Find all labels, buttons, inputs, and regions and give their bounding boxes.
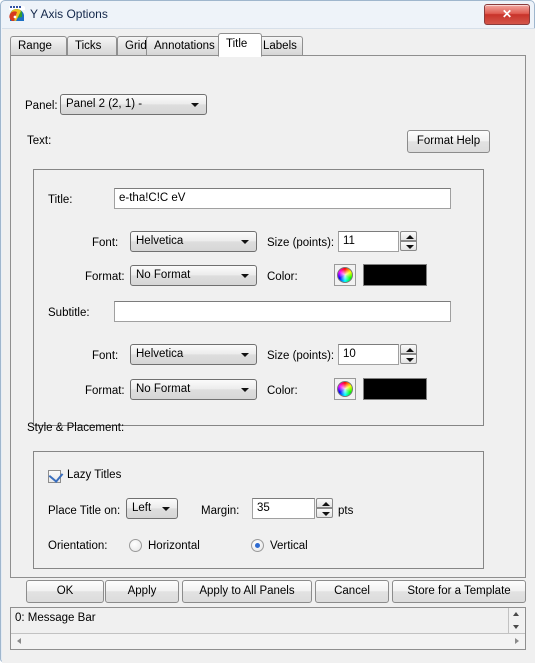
subtitle-font-select[interactable]: Helvetica — [130, 344, 257, 365]
tab-range[interactable]: Range — [10, 36, 67, 56]
subtitle-format-value: No Format — [136, 383, 191, 395]
tab-ticks[interactable]: Ticks — [67, 36, 117, 56]
title-size-stepper[interactable] — [400, 231, 417, 252]
subtitle-font-value: Helvetica — [136, 348, 184, 360]
title-font-value: Helvetica — [136, 235, 184, 247]
message-bar-text: 0: Message Bar — [15, 612, 96, 624]
margin-label: Margin: — [201, 505, 240, 517]
check-icon — [48, 468, 64, 483]
orientation-horizontal-radio[interactable] — [129, 539, 142, 552]
tab-title[interactable]: Title — [218, 33, 262, 57]
stepper-down-icon[interactable] — [316, 508, 333, 518]
title-format-label: Format: — [85, 271, 125, 283]
orientation-horizontal-label: Horizontal — [148, 540, 200, 552]
scroll-right-icon[interactable] — [515, 638, 519, 644]
title-size-input[interactable]: 11 — [338, 231, 399, 252]
subtitle-size-stepper[interactable] — [400, 344, 417, 365]
lazy-titles-checkbox[interactable] — [48, 468, 64, 483]
dialog-client-area: Range Ticks Grid Annotations Title Label… — [2, 28, 535, 663]
title-bar: Y Axis Options ✕ — [1, 1, 534, 28]
orientation-label: Orientation: — [48, 540, 108, 552]
title-font-select[interactable]: Helvetica — [130, 231, 257, 252]
tab-page-title: Panel: Panel 2 (2, 1) - Text: Format Hel… — [10, 55, 526, 578]
color-wheel-icon — [337, 267, 353, 283]
subtitle-color-swatch[interactable] — [363, 378, 427, 400]
text-group-box: Title: e-tha!C!C eV Font: Helvetica Size… — [33, 169, 484, 426]
apply-all-panels-button[interactable]: Apply to All Panels — [182, 580, 312, 603]
orientation-vertical-radio[interactable] — [251, 539, 264, 552]
apply-button[interactable]: Apply — [105, 580, 179, 603]
dialog-window: Y Axis Options ✕ Range Ticks Grid Annota… — [0, 0, 535, 663]
chevron-down-icon — [241, 240, 249, 244]
subtitle-label: Subtitle: — [48, 307, 90, 319]
place-title-value: Left — [132, 502, 152, 514]
panel-label: Panel: — [25, 100, 58, 112]
place-title-label: Place Title on: — [48, 505, 121, 517]
margin-input[interactable]: 35 — [252, 498, 315, 519]
tab-labels[interactable]: Labels — [255, 36, 303, 56]
margin-units-label: pts — [338, 505, 354, 517]
title-size-label: Size (points): — [267, 237, 335, 249]
scroll-left-icon[interactable] — [17, 638, 21, 644]
chevron-down-icon — [241, 388, 249, 392]
subtitle-format-select[interactable]: No Format — [130, 379, 257, 400]
app-palette-icon — [9, 6, 25, 22]
stepper-up-icon[interactable] — [316, 498, 333, 508]
stepper-down-icon[interactable] — [400, 241, 417, 251]
window-title: Y Axis Options — [30, 7, 108, 21]
subtitle-font-label: Font: — [92, 350, 119, 362]
message-bar-vertical-scrollbar[interactable] — [508, 608, 525, 634]
title-label: Title: — [48, 194, 73, 206]
cancel-button[interactable]: Cancel — [315, 580, 389, 603]
style-section-label: Style & Placement: — [27, 422, 125, 434]
format-help-button[interactable]: Format Help — [407, 130, 490, 153]
title-input[interactable]: e-tha!C!C eV — [114, 188, 451, 209]
chevron-down-icon — [191, 103, 199, 107]
chevron-down-icon — [241, 274, 249, 278]
title-color-swatch[interactable] — [363, 264, 427, 286]
orientation-vertical-label: Vertical — [270, 540, 308, 552]
message-bar: 0: Message Bar — [10, 607, 526, 650]
radio-dot-icon — [255, 543, 260, 548]
title-font-label: Font: — [92, 237, 119, 249]
title-color-wheel-button[interactable] — [334, 264, 356, 286]
chevron-down-icon — [241, 353, 249, 357]
subtitle-size-input[interactable]: 10 — [338, 344, 399, 365]
style-group-box: Lazy Titles Place Title on: Left Margin:… — [33, 451, 484, 569]
panel-select-value: Panel 2 (2, 1) - — [66, 98, 143, 110]
margin-stepper[interactable] — [316, 498, 333, 519]
text-section-label: Text: — [27, 135, 52, 147]
subtitle-input[interactable] — [114, 301, 451, 322]
subtitle-size-label: Size (points): — [267, 350, 335, 362]
subtitle-color-wheel-button[interactable] — [334, 378, 356, 400]
subtitle-color-label: Color: — [267, 385, 298, 397]
panel-select[interactable]: Panel 2 (2, 1) - — [60, 94, 207, 115]
title-color-label: Color: — [267, 271, 298, 283]
lazy-titles-label: Lazy Titles — [67, 469, 122, 481]
message-bar-horizontal-scrollbar[interactable] — [11, 633, 525, 649]
stepper-up-icon[interactable] — [400, 344, 417, 354]
subtitle-format-label: Format: — [85, 385, 125, 397]
close-button[interactable]: ✕ — [484, 4, 530, 25]
title-format-select[interactable]: No Format — [130, 265, 257, 286]
stepper-up-icon[interactable] — [400, 231, 417, 241]
scroll-up-icon[interactable] — [509, 608, 524, 621]
stepper-down-icon[interactable] — [400, 354, 417, 364]
chevron-down-icon — [162, 507, 170, 511]
store-template-button[interactable]: Store for a Template — [392, 580, 526, 603]
title-format-value: No Format — [136, 269, 191, 281]
ok-button[interactable]: OK — [26, 580, 104, 603]
color-wheel-icon — [337, 381, 353, 397]
tab-annotations[interactable]: Annotations — [146, 36, 225, 56]
place-title-select[interactable]: Left — [126, 498, 178, 519]
